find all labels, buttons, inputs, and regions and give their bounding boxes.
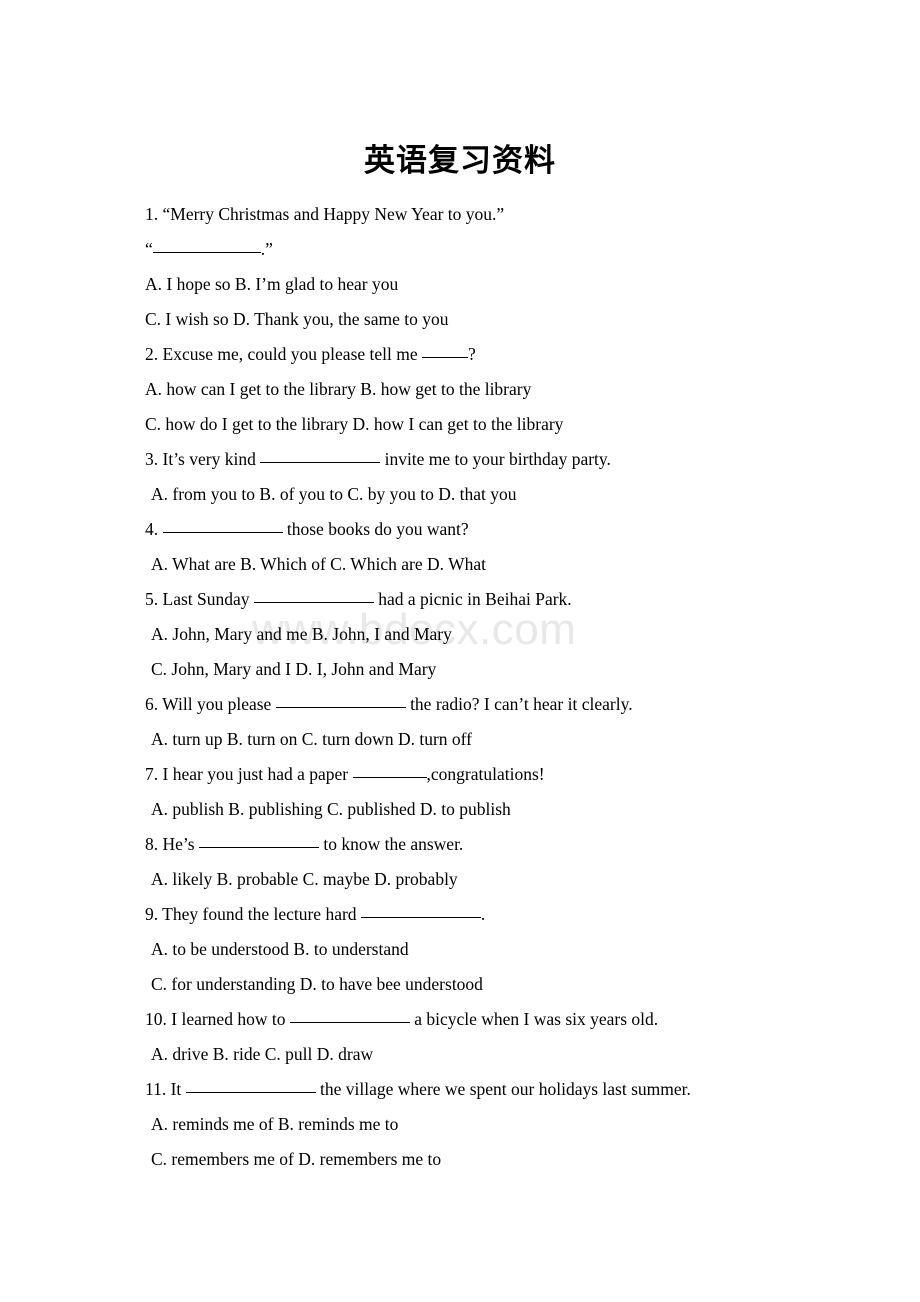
question-8-stem: 8. He’s to know the answer. <box>145 827 845 862</box>
question-2-stem: 2. Excuse me, could you please tell me ? <box>145 337 845 372</box>
question-2-options-ab: A. how can I get to the library B. how g… <box>145 379 532 399</box>
answer-blank[interactable] <box>162 518 283 533</box>
question-3-options: A. from you to B. of you to C. by you to… <box>151 484 517 504</box>
question-1-options-cd: C. I wish so D. Thank you, the same to y… <box>145 309 449 329</box>
question-1-stem-text: 1. “Merry Christmas and Happy New Year t… <box>145 204 505 224</box>
question-9-stem-before: 9. They found the lecture hard <box>145 904 361 924</box>
question-5-stem-after: had a picnic in Beihai Park. <box>373 589 572 609</box>
question-3-stem-after: invite me to your birthday party. <box>380 449 611 469</box>
question-11-stem-before: 11. It <box>145 1079 186 1099</box>
quote-close: .” <box>260 239 273 259</box>
question-6-stem: 6. Will you please the radio? I can’t he… <box>145 687 845 722</box>
question-8-stem-before: 8. He’s <box>145 834 199 854</box>
question-3-stem: 3. It’s very kind invite me to your birt… <box>145 442 845 477</box>
question-11-options-cd: C. remembers me of D. remembers me to <box>151 1149 442 1169</box>
question-5-options-ab: A. John, Mary and me B. John, I and Mary <box>151 624 452 644</box>
question-10-stem-before: 10. I learned how to <box>145 1009 290 1029</box>
answer-blank[interactable] <box>253 588 374 603</box>
question-7-stem-before: 7. I hear you just had a paper <box>145 764 353 784</box>
question-11-stem: 11. It the village where we spent our ho… <box>145 1072 845 1107</box>
question-1-stem-blank-line: “ .” <box>145 232 845 267</box>
question-6-options: A. turn up B. turn on C. turn down D. tu… <box>151 729 472 749</box>
question-4-options: A. What are B. Which of C. Which are D. … <box>151 554 486 574</box>
answer-blank[interactable] <box>352 763 427 778</box>
question-4-stem-before: 4. <box>145 519 163 539</box>
question-7-stem-after: ,congratulations! <box>426 764 545 784</box>
answer-blank[interactable] <box>275 693 406 708</box>
answer-blank[interactable] <box>198 833 319 848</box>
question-9-options-ab: A. to be understood B. to understand <box>151 939 409 959</box>
question-8-options: A. likely B. probable C. maybe D. probab… <box>151 869 458 889</box>
question-1-stem: 1. “Merry Christmas and Happy New Year t… <box>145 197 845 232</box>
question-2-stem-after: ? <box>468 344 476 364</box>
question-7-options: A. publish B. publishing C. published D.… <box>151 799 511 819</box>
question-1-options-ab: A. I hope so B. I’m glad to hear you <box>145 274 399 294</box>
question-5-options-cd: C. John, Mary and I D. I, John and Mary <box>151 659 437 679</box>
answer-blank[interactable] <box>185 1078 316 1093</box>
question-8-stem-after: to know the answer. <box>318 834 464 854</box>
question-11-stem-after: the village where we spent our holidays … <box>315 1079 691 1099</box>
question-9-options-cd: C. for understanding D. to have bee unde… <box>151 974 483 994</box>
question-10-options: A. drive B. ride C. pull D. draw <box>151 1044 374 1064</box>
question-7-stem: 7. I hear you just had a paper ,congratu… <box>145 757 845 792</box>
question-9-stem: 9. They found the lecture hard . <box>145 897 845 932</box>
question-4-stem: 4. those books do you want? <box>145 512 845 547</box>
question-6-stem-before: 6. Will you please <box>145 694 276 714</box>
answer-blank[interactable] <box>260 448 381 463</box>
question-9-stem-after: . <box>480 904 486 924</box>
question-4-stem-after: those books do you want? <box>282 519 469 539</box>
answer-blank[interactable] <box>289 1008 410 1023</box>
question-10-stem-after: a bicycle when I was six years old. <box>409 1009 659 1029</box>
question-10-stem: 10. I learned how to a bicycle when I wa… <box>145 1002 845 1037</box>
question-5-stem-before: 5. Last Sunday <box>145 589 254 609</box>
answer-blank[interactable] <box>152 238 261 253</box>
question-11-options-ab: A. reminds me of B. reminds me to <box>151 1114 399 1134</box>
question-2-options-cd: C. how do I get to the library D. how I … <box>145 414 564 434</box>
question-6-stem-after: the radio? I can’t hear it clearly. <box>405 694 633 714</box>
page-title: 英语复习资料 <box>364 143 556 179</box>
question-3-stem-before: 3. It’s very kind <box>145 449 261 469</box>
question-list: 1. “Merry Christmas and Happy New Year t… <box>145 197 845 1177</box>
question-2-stem-before: 2. Excuse me, could you please tell me <box>145 344 423 364</box>
answer-blank[interactable] <box>360 903 481 918</box>
document-page: www.bdocx.com 英语复习资料 1. “Merry Christmas… <box>0 0 920 1302</box>
answer-blank[interactable] <box>422 343 469 358</box>
quote-open: “ <box>145 239 153 259</box>
question-5-stem: 5. Last Sunday had a picnic in Beihai Pa… <box>145 582 845 617</box>
